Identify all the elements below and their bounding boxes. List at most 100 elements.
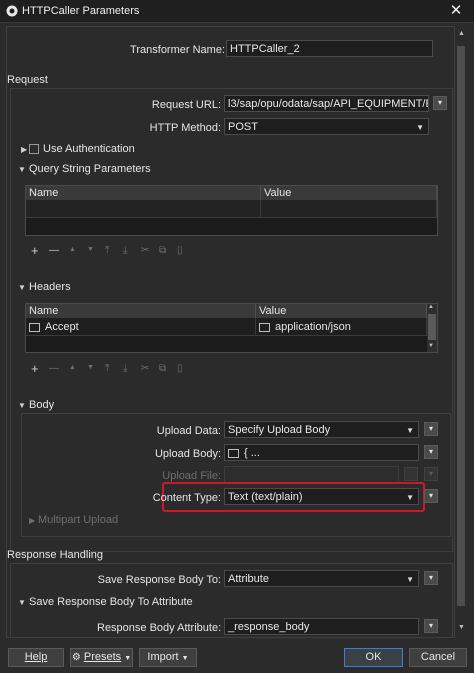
expand-arrow-icon[interactable]: ▶	[29, 516, 35, 525]
response-body-attr-menu-button[interactable]: ▾	[424, 619, 438, 633]
cut-icon[interactable]: ✂	[141, 245, 149, 256]
save-response-to-value: Attribute	[228, 573, 269, 585]
move-down-icon[interactable]: ▼	[87, 246, 94, 253]
content-type-label: Content Type:	[152, 492, 221, 504]
move-up-icon[interactable]: ▲	[69, 246, 76, 253]
column-header-name[interactable]: Name	[26, 304, 256, 318]
ok-button[interactable]: OK	[344, 648, 403, 667]
http-method-select[interactable]: POST ▼	[224, 118, 429, 135]
remove-row-icon[interactable]: —	[49, 363, 59, 374]
query-param-name-cell[interactable]	[26, 200, 261, 218]
chevron-down-icon: ▼	[124, 655, 132, 662]
upload-file-menu-button[interactable]: ▾	[424, 467, 438, 481]
copy-icon[interactable]: ⧉	[159, 245, 166, 256]
transformer-name-input[interactable]: HTTPCaller_2	[226, 40, 433, 57]
import-button[interactable]: Import ▼	[139, 648, 197, 667]
scrollbar-thumb[interactable]	[428, 314, 436, 340]
upload-body-input[interactable]: { ...	[224, 444, 419, 461]
presets-button[interactable]: ⚙ Presets ▼	[70, 648, 133, 667]
headers-scrollbar[interactable]: ▲ ▼	[427, 304, 437, 352]
collapse-arrow-icon[interactable]: ▼	[18, 401, 26, 410]
collapse-arrow-icon[interactable]: ▼	[18, 598, 26, 607]
header-name-cell[interactable]: Accept	[26, 318, 256, 336]
upload-data-label: Upload Data:	[156, 425, 221, 437]
column-header-name[interactable]: Name	[26, 186, 261, 200]
save-response-to-label: Save Response Body To:	[97, 574, 221, 586]
response-body-attr-label: Response Body Attribute:	[97, 622, 222, 634]
expand-arrow-icon[interactable]: ▶	[21, 145, 27, 154]
upload-data-value: Specify Upload Body	[228, 424, 331, 436]
ok-label: OK	[365, 651, 382, 663]
scroll-up-icon[interactable]: ▲	[458, 30, 465, 37]
collapse-arrow-icon[interactable]: ▼	[18, 165, 26, 174]
move-down-icon[interactable]: ▼	[87, 364, 94, 371]
move-bottom-icon[interactable]: ⤓	[123, 245, 127, 256]
http-method-label: HTTP Method:	[149, 122, 221, 134]
chevron-down-icon: ▼	[181, 655, 189, 662]
upload-body-label: Upload Body:	[154, 448, 221, 460]
paste-icon[interactable]: ▯	[177, 245, 183, 256]
upload-body-menu-button[interactable]: ▾	[424, 445, 438, 459]
chevron-down-icon: ▼	[406, 575, 414, 584]
column-header-value[interactable]: Value	[256, 304, 427, 318]
chevron-down-icon: ▼	[406, 426, 414, 435]
save-response-to-menu-button[interactable]: ▾	[424, 571, 438, 585]
remove-row-icon[interactable]: —	[49, 245, 59, 256]
upload-body-value: { ...	[244, 447, 260, 459]
response-body-attr-input[interactable]: _response_body	[224, 618, 419, 635]
transformer-name-label: Transformer Name:	[130, 44, 225, 56]
query-params-toolbar: + — ▲ ▼ ⤒ ⤓ ✂ ⧉ ▯	[31, 244, 201, 259]
parameters-panel: Transformer Name: HTTPCaller_2 Request R…	[6, 26, 455, 638]
query-params-table[interactable]: Name Value	[25, 185, 438, 236]
header-value-value: application/json	[275, 321, 351, 333]
header-value-cell[interactable]: application/json	[256, 318, 427, 336]
chevron-down-icon: ▼	[416, 123, 424, 132]
window-title: HTTPCaller Parameters	[22, 5, 140, 17]
use-authentication-checkbox[interactable]	[29, 144, 39, 154]
scrollbar-thumb[interactable]	[457, 46, 465, 606]
scroll-up-icon[interactable]: ▲	[428, 304, 434, 310]
move-top-icon[interactable]: ⤒	[105, 363, 109, 374]
cancel-label: Cancel	[420, 651, 456, 663]
request-url-label: Request URL:	[151, 99, 221, 111]
add-row-icon[interactable]: +	[31, 362, 39, 375]
title-bar: HTTPCaller Parameters ✕	[0, 0, 474, 23]
move-bottom-icon[interactable]: ⤓	[123, 363, 127, 374]
text-editor-icon[interactable]	[228, 448, 239, 458]
headers-table[interactable]: Name Value Accept application/json ▲ ▼	[25, 303, 438, 353]
scroll-down-icon[interactable]: ▼	[458, 624, 465, 631]
help-button[interactable]: Help	[8, 648, 64, 667]
upload-file-input[interactable]	[224, 466, 399, 483]
scroll-down-icon[interactable]: ▼	[428, 343, 434, 349]
text-editor-icon[interactable]	[29, 322, 40, 332]
browse-file-button[interactable]	[404, 467, 418, 481]
copy-icon[interactable]: ⧉	[159, 363, 166, 374]
collapse-arrow-icon[interactable]: ▼	[18, 283, 26, 292]
move-up-icon[interactable]: ▲	[69, 364, 76, 371]
upload-data-select[interactable]: Specify Upload Body ▼	[224, 421, 419, 438]
body-section-title: Body	[29, 399, 55, 411]
headers-toolbar: + — ▲ ▼ ⤒ ⤓ ✂ ⧉ ▯	[31, 362, 201, 377]
content-type-menu-button[interactable]: ▾	[424, 489, 438, 503]
add-row-icon[interactable]: +	[31, 244, 39, 257]
response-section-title: Response Handling	[7, 549, 104, 561]
save-response-to-select[interactable]: Attribute ▼	[224, 570, 419, 587]
content-type-value: Text (text/plain)	[228, 491, 303, 503]
request-url-input[interactable]: l3/sap/opu/odata/sap/API_EQUIPMENT/Equip…	[224, 95, 429, 112]
paste-icon[interactable]: ▯	[177, 363, 183, 374]
save-body-attr-section-title: Save Response Body To Attribute	[29, 596, 193, 608]
cut-icon[interactable]: ✂	[141, 363, 149, 374]
panel-scrollbar[interactable]: ▲ ▼	[455, 26, 467, 636]
close-icon[interactable]: ✕	[446, 2, 466, 20]
text-editor-icon[interactable]	[259, 322, 270, 332]
content-type-select[interactable]: Text (text/plain) ▼	[224, 488, 419, 505]
cancel-button[interactable]: Cancel	[409, 648, 467, 667]
upload-data-menu-button[interactable]: ▾	[424, 422, 438, 436]
request-url-menu-button[interactable]: ▾	[433, 96, 447, 110]
header-name-value: Accept	[45, 321, 79, 333]
import-label: Import	[147, 651, 179, 663]
move-top-icon[interactable]: ⤒	[105, 245, 109, 256]
column-header-value[interactable]: Value	[261, 186, 437, 200]
query-param-value-cell[interactable]	[261, 200, 437, 218]
gear-icon: ⚙	[71, 652, 81, 663]
